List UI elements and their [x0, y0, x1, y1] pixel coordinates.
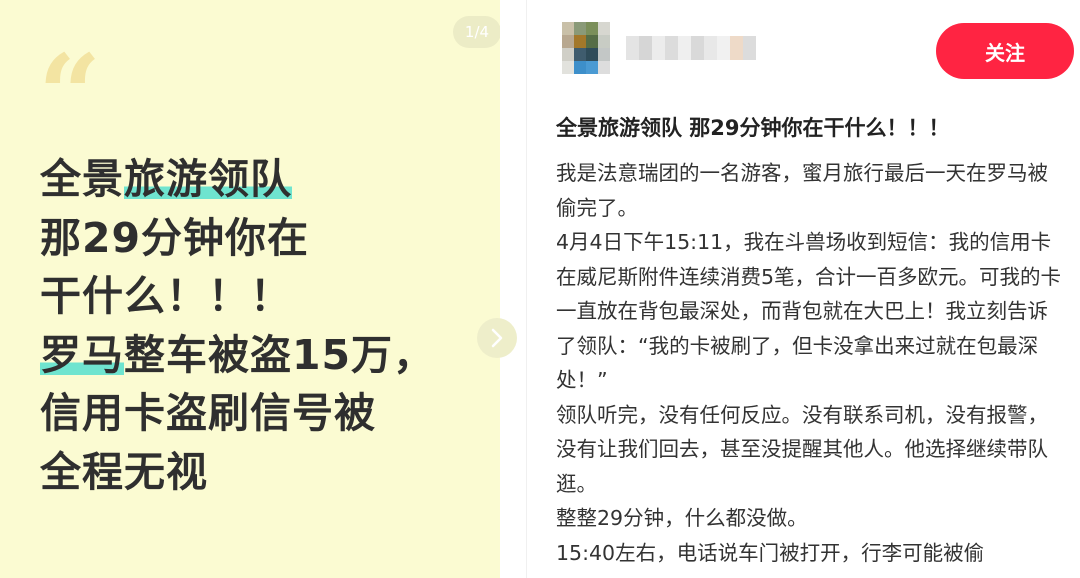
follow-button[interactable]: 关注 [936, 23, 1074, 79]
post-title: 全景旅游领队 那29分钟你在干什么！！！ [556, 116, 950, 140]
headline-line: 那29分钟你在 [40, 209, 435, 268]
quote-icon: “ [38, 30, 102, 159]
image-headline: 全景旅游领队 那29分钟你在 干什么！！！ 罗马整车被盗15万， 信用卡盗刷信号… [40, 150, 435, 501]
headline-text: 信用卡盗刷信号被 [40, 389, 376, 437]
image-counter: 1/4 [453, 16, 500, 48]
headline-text: 整车被盗15万， [124, 330, 436, 379]
post-body: 我是法意瑞团的一名游客，蜜月旅行最后一天在罗马被偷完了。 4月4日下午15:11… [556, 156, 1068, 570]
headline-highlight: 旅游领队 [124, 155, 292, 203]
username-blurred[interactable] [626, 36, 756, 60]
post-paragraph: 领队听完，没有任何反应。没有联系司机，没有报警，没有让我们回去，甚至没提醒其他人… [556, 402, 1048, 496]
post-paragraph: 我是法意瑞团的一名游客，蜜月旅行最后一天在罗马被偷完了。 [556, 161, 1048, 220]
headline-line: 全程无视 [40, 443, 435, 502]
headline-text: 全景 [40, 155, 124, 203]
headline-line: 罗马整车被盗15万， [40, 326, 435, 385]
post-paragraph: 4月4日下午15:11，我在斗兽场收到短信：我的信用卡在威尼斯附件连续消费5笔，… [556, 230, 1062, 392]
next-image-button[interactable] [477, 318, 517, 358]
headline-text: 全程无视 [40, 447, 208, 496]
post-paragraph: 15:40左右，电话说车门被打开，行李可能被偷 [556, 540, 985, 565]
post-image-panel[interactable]: 1/4 “ 全景旅游领队 那29分钟你在 干什么！！！ 罗马整车被盗15万， 信… [0, 0, 500, 578]
headline-text: 那29分钟你在 [40, 213, 310, 262]
headline-text: 干什么！！！ [40, 272, 292, 320]
headline-line: 信用卡盗刷信号被 [40, 384, 435, 443]
post-paragraph: 整整29分钟，什么都没做。 [556, 506, 808, 530]
chevron-right-icon [491, 328, 503, 348]
headline-highlight: 罗马 [40, 330, 124, 379]
panel-divider [526, 0, 527, 578]
headline-line: 全景旅游领队 [40, 150, 435, 209]
avatar[interactable] [562, 22, 610, 74]
headline-line: 干什么！！！ [40, 267, 435, 326]
